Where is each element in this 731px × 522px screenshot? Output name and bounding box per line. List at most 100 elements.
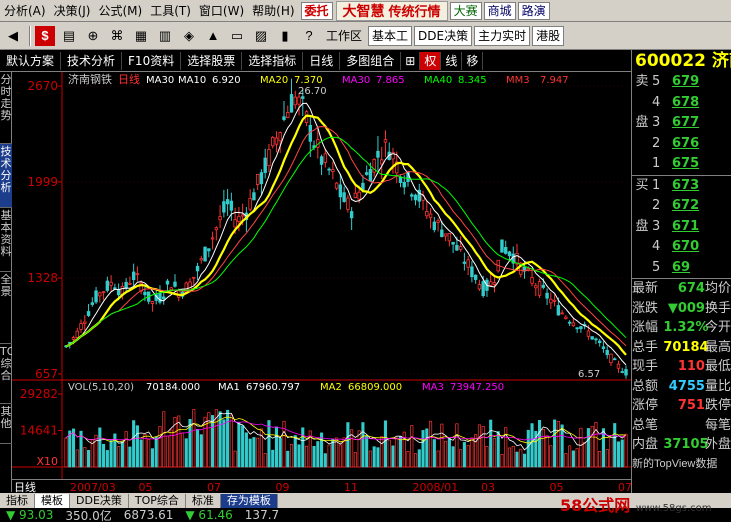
volume-bar [590,425,594,468]
bottom-tab-indicator[interactable]: 指标 [0,493,35,508]
bottom-tab-top[interactable]: TOP综合 [129,493,186,508]
brand-name: 大智慧 [342,3,385,20]
volume-multiplier-label: X10 [36,455,58,468]
sell-price[interactable]: 676 [672,134,700,155]
menu-decision[interactable]: 决策(J) [50,1,95,21]
candle-body [601,346,606,349]
compass-icon[interactable]: ◈ [178,24,200,47]
move-button[interactable]: 移 [462,51,484,70]
buy-price[interactable]: 673 [672,176,700,197]
line-button[interactable]: 线 [441,51,463,70]
grid-icon[interactable]: ▦ [130,24,152,47]
bottom-tab-template[interactable]: 模板 [35,493,70,508]
volume-bar [470,437,474,468]
high-price-label: 26.70 [298,86,327,97]
candle-body [624,369,628,376]
sell-price[interactable]: 678 [672,93,700,114]
contest-button[interactable]: 大赛 [449,1,482,20]
menu-window[interactable]: 窗口(W) [195,1,248,21]
main-force-realtime-button[interactable]: 主力实时 [474,25,531,46]
tab-intraday[interactable]: 分时走势 [0,72,12,144]
dde-decision-button[interactable]: DDE决策 [414,25,473,46]
volume-bar [455,423,459,468]
volume-ma-name: MA2 [320,382,342,393]
period-daily-button[interactable]: 日线 [303,51,341,70]
sell-level-row[interactable]: 盘 3 677 [632,113,731,134]
menu-formula[interactable]: 公式(M) [94,1,146,21]
buy-price[interactable]: 69 [672,258,700,279]
workspace-select[interactable]: 基本工 [368,25,413,46]
candle-body [402,181,406,188]
volume-bar [583,441,587,468]
candle-body [616,363,621,369]
candle-body [620,371,624,373]
chart-icon[interactable]: ▤ [58,24,80,47]
buy-price[interactable]: 670 [672,237,700,258]
volume-bar [346,422,350,468]
select-indicator-button[interactable]: 选择指标 [242,51,304,70]
menu-tools[interactable]: 工具(T) [146,1,195,21]
tab-other[interactable]: 其他 [0,404,12,444]
cursor-help-icon[interactable]: ? [298,24,320,47]
candle-body [455,244,459,251]
topview-footer[interactable]: 新的TopView数据 [632,455,731,471]
default-scheme-button[interactable]: 默认方案 [0,51,62,70]
rank-icon[interactable]: ▥ [154,24,176,47]
network-icon[interactable]: ⊕ [82,24,104,47]
select-stock-button[interactable]: 选择股票 [181,51,243,70]
sell-level-row[interactable]: 4 678 [632,93,731,114]
candle-body [530,277,534,284]
tab-fundamentals[interactable]: 基本资料 [0,208,12,272]
sell-level-row[interactable]: 2 676 [632,134,731,155]
volume-bar [436,450,440,468]
bottom-tab-standard[interactable]: 标准 [186,493,221,508]
menu-help[interactable]: 帮助(H) [248,1,298,21]
roadshow-button[interactable]: 路演 [517,1,550,20]
buy-price[interactable]: 671 [672,217,700,238]
buy-level-row[interactable]: 5 69 [632,258,731,279]
sell-level-row[interactable]: 卖 5 679 [632,72,731,93]
tab-top-overview[interactable]: TOP综合 [0,344,22,404]
ma-legend-value: 7.370 [294,75,323,86]
bottom-tab-save-template[interactable]: 存为模板 [220,493,278,508]
technical-analysis-button[interactable]: 技术分析 [61,51,123,70]
dollar-icon[interactable]: $ [34,24,56,47]
volume-bar [301,427,305,468]
buy-level-row[interactable]: 2 672 [632,196,731,217]
volume-bar [598,451,602,468]
volume-bar [417,449,421,468]
crosshair-icon[interactable]: ⊞ [401,51,421,70]
menu-analysis[interactable]: 分析(A) [0,1,50,21]
volume-bar [609,435,613,468]
warning-icon[interactable]: ▲ [202,24,224,47]
back-arrow-icon[interactable]: ◀ [2,24,24,47]
mall-button[interactable]: 商城 [483,1,516,20]
bottom-tab-dde[interactable]: DDE决策 [70,493,129,508]
buy-price[interactable]: 672 [672,196,700,217]
tab-technical[interactable]: 技术分析 [0,144,12,208]
hk-stocks-button[interactable]: 港股 [532,25,565,46]
sell-price[interactable]: 675 [672,154,700,175]
entrust-button[interactable]: 委托 [300,1,333,20]
sell-level-row[interactable]: 1 675 [632,154,731,175]
candle-body [443,233,448,237]
candle-body [162,296,166,300]
buy-level-row[interactable]: 买 1 673 [632,176,731,197]
candle-body [286,112,290,119]
chart-area[interactable]: 2670 1999 1328 657 济南钢铁 日线 MA30 MA10 6.920 MA20 7.… [12,72,631,479]
volume-bar [575,448,579,468]
multi-chart-button[interactable]: 多图组合 [340,51,402,70]
rights-button[interactable]: 权 [420,51,442,70]
price-chart-svg[interactable]: 2670 1999 1328 657 济南钢铁 日线 MA30 MA10 6.920 MA20 7.… [12,72,631,479]
tab-panorama[interactable]: 全景 [0,272,12,344]
buy-level-row[interactable]: 4 670 [632,237,731,258]
side-label: 盘 [635,115,649,130]
sell-price[interactable]: 677 [672,113,700,134]
books-icon[interactable]: ▮ [274,24,296,47]
notes-icon[interactable]: ▨ [250,24,272,47]
binoculars-icon[interactable]: ⌘ [106,24,128,47]
monitor-icon[interactable]: ▭ [226,24,248,47]
buy-level-row[interactable]: 盘 3 671 [632,217,731,238]
f10-info-button[interactable]: F10资料 [122,51,182,70]
sell-price[interactable]: 679 [672,72,700,93]
